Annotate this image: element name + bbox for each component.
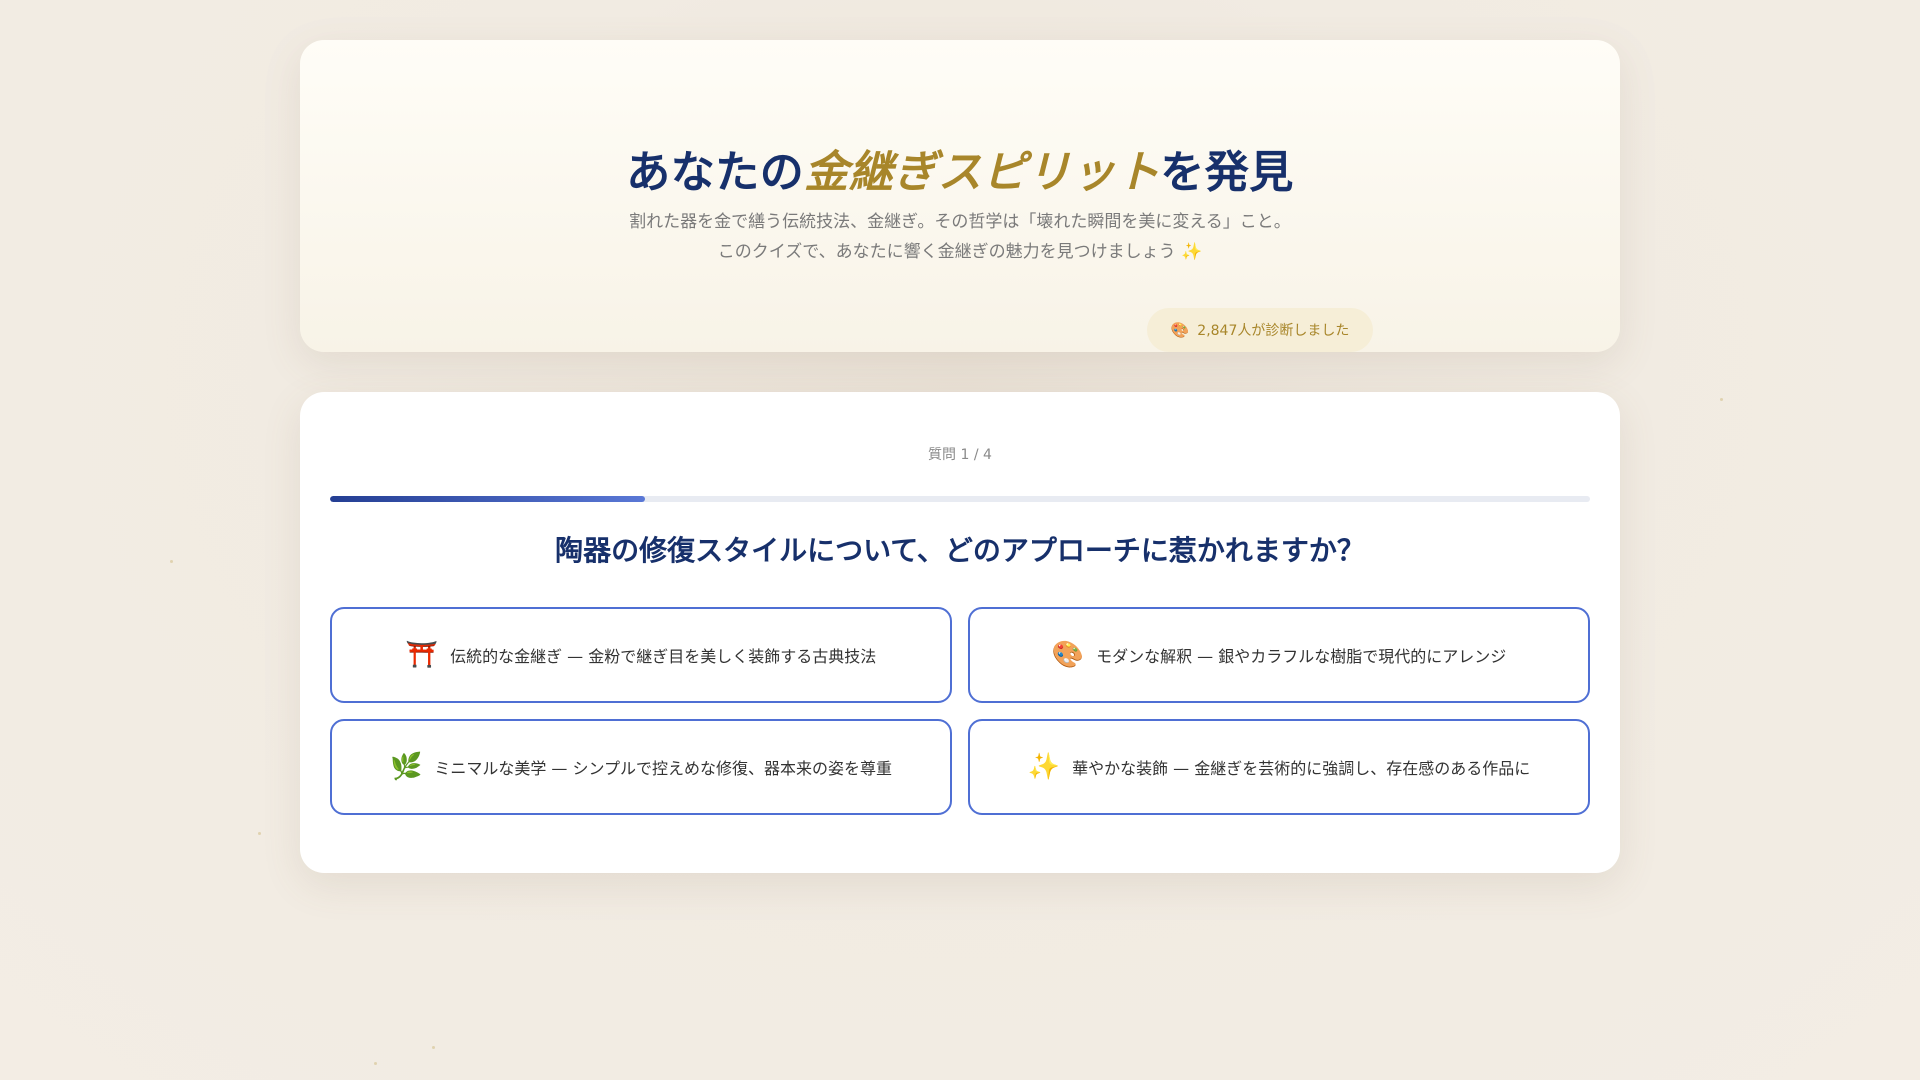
- participants-badge: 🎨 2,847人が診断しました: [1147, 308, 1373, 352]
- option-modern[interactable]: 🎨 モダンな解釈 — 銀やカラフルな樹脂で現代的にアレンジ: [968, 607, 1590, 703]
- option-label: 伝統的な金継ぎ — 金粉で継ぎ目を美しく装飾する古典技法: [450, 647, 877, 666]
- question-text: 陶器の修復スタイルについて、どのアプローチに惹かれますか？: [555, 534, 1365, 567]
- gold-speck: [258, 832, 261, 835]
- progress-bar: [330, 496, 1590, 502]
- title-highlight: 金継ぎスピリット: [804, 147, 1161, 198]
- option-ornate[interactable]: ✨ 華やかな装飾 — 金継ぎを芸術的に強調し、存在感のある作品に: [968, 719, 1590, 815]
- participants-count: 2,847人が診断しました: [1197, 323, 1350, 339]
- palette-icon: 🎨: [1170, 321, 1190, 339]
- sparkles-icon: ✨: [1027, 752, 1061, 782]
- progress-bar-fill: [330, 496, 645, 502]
- torii-icon: ⛩️: [405, 640, 439, 670]
- leaf-icon: 🌿: [389, 752, 423, 782]
- option-label: 華やかな装飾 — 金継ぎを芸術的に強調し、存在感のある作品に: [1072, 759, 1531, 778]
- hero-description: 割れた器を金で繕う伝統技法、金継ぎ。その哲学は「壊れた瞬間を美に変える」こと。 …: [300, 207, 1620, 267]
- option-label: ミニマルな美学 — シンプルで控えめな修復、器本来の姿を尊重: [434, 759, 893, 778]
- gold-speck: [1720, 398, 1723, 401]
- hero-card: あなたの金継ぎスピリットを発見 割れた器を金で繕う伝統技法、金継ぎ。その哲学は「…: [300, 40, 1620, 352]
- option-label: モダンな解釈 — 銀やカラフルな樹脂で現代的にアレンジ: [1096, 647, 1507, 666]
- option-minimal[interactable]: 🌿 ミニマルな美学 — シンプルで控えめな修復、器本来の姿を尊重: [330, 719, 952, 815]
- answer-options: ⛩️ 伝統的な金継ぎ — 金粉で継ぎ目を美しく装飾する古典技法 🎨 モダンな解釈…: [330, 607, 1590, 815]
- title-prefix: あなたの: [626, 147, 805, 198]
- gold-speck: [432, 1046, 435, 1049]
- question-counter: 質問 1 / 4: [928, 447, 992, 463]
- palette-icon: 🎨: [1051, 640, 1085, 670]
- gold-speck: [374, 1062, 377, 1065]
- description-line-1: 割れた器を金で繕う伝統技法、金継ぎ。その哲学は「壊れた瞬間を美に変える」こと。: [629, 212, 1291, 232]
- description-line-2: このクイズで、あなたに響く金継ぎの魅力を見つけましょう ✨: [717, 242, 1203, 262]
- quiz-card: 質問 1 / 4 陶器の修復スタイルについて、どのアプローチに惹かれますか？ ⛩…: [300, 392, 1620, 873]
- page-title: あなたの金継ぎスピリットを発見: [300, 136, 1620, 200]
- gold-speck: [170, 560, 173, 563]
- title-suffix: を発見: [1160, 147, 1294, 198]
- option-traditional[interactable]: ⛩️ 伝統的な金継ぎ — 金粉で継ぎ目を美しく装飾する古典技法: [330, 607, 952, 703]
